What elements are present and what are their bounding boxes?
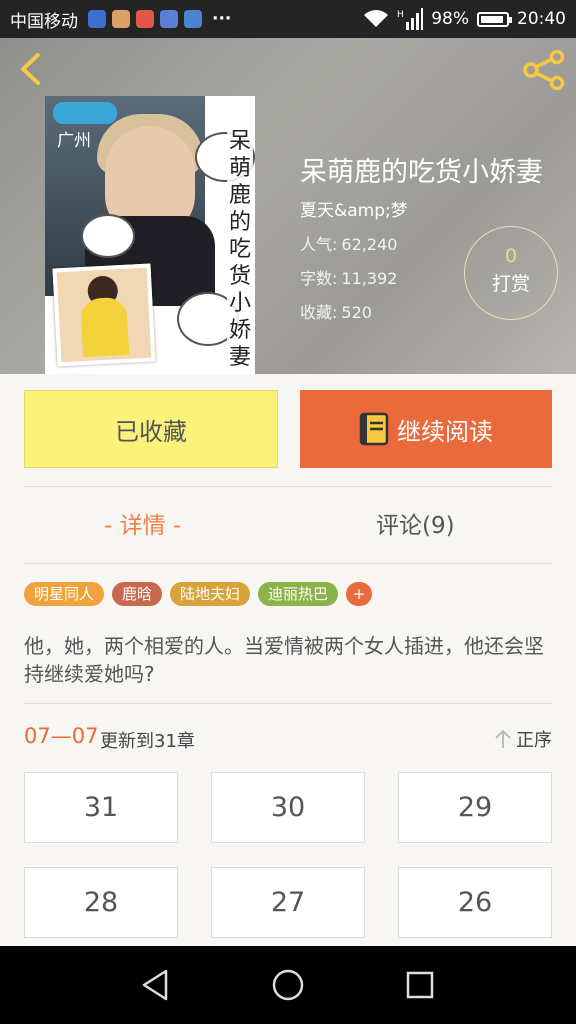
clock-app-icon xyxy=(184,10,202,28)
chapter-button[interactable]: 29 xyxy=(398,772,552,843)
tag-list: 明星同人 鹿晗 陆地夫妇 迪丽热巴 + xyxy=(24,582,373,606)
stat-favorites: 收藏: 520 xyxy=(300,303,372,322)
cover-vertical-title: 呆萌鹿的吃货小娇妻 xyxy=(227,128,253,371)
back-arrow-icon[interactable] xyxy=(16,52,46,86)
chapter-button[interactable]: 26 xyxy=(398,867,552,938)
reward-label: 打赏 xyxy=(491,273,530,295)
tab-comments[interactable]: 评论(9) xyxy=(376,506,455,546)
message-app-icon xyxy=(136,10,154,28)
chapter-button[interactable]: 30 xyxy=(211,772,365,843)
system-nav-bar xyxy=(0,946,576,1024)
stat-popularity: 人气: 62,240 xyxy=(300,235,398,254)
book-cover: 广州 呆萌鹿的吃货小娇妻 xyxy=(45,96,255,374)
nav-back-icon[interactable] xyxy=(136,965,176,1005)
status-bar: 中国移动 ··· H 98% 20:40 xyxy=(0,0,576,38)
photo-app-icon xyxy=(160,10,178,28)
tag[interactable]: 陆地夫妇 xyxy=(170,582,251,606)
chapter-button[interactable]: 27 xyxy=(211,867,365,938)
divider xyxy=(24,486,552,487)
notification-icons xyxy=(88,10,202,28)
reward-button[interactable]: 0 打赏 xyxy=(464,226,558,320)
divider xyxy=(24,563,552,564)
cover-show-logo xyxy=(53,102,117,124)
nav-recents-icon[interactable] xyxy=(400,965,440,1005)
book-header: 广州 呆萌鹿的吃货小娇妻 呆萌鹿的吃货小娇妻 夏天&amp;梦 人气: 62,24… xyxy=(0,38,576,374)
cover-bunny-illustration xyxy=(81,214,135,258)
chapter-grid: 31 30 29 28 27 26 xyxy=(24,772,552,938)
share-icon[interactable] xyxy=(522,50,566,90)
tab-detail[interactable]: - 详情 - xyxy=(104,506,181,546)
cover-inset-photo xyxy=(52,263,156,367)
battery-percent: 98% xyxy=(431,9,469,29)
wifi-icon xyxy=(364,10,389,27)
sort-arrow-up-icon xyxy=(495,729,511,748)
tag[interactable]: 迪丽热巴 xyxy=(258,582,339,606)
app-notification-icon xyxy=(112,10,130,28)
clock-time: 20:40 xyxy=(517,9,566,29)
mail-app-icon xyxy=(88,10,106,28)
carrier-name: 中国移动 xyxy=(10,11,78,32)
more-tags-button[interactable]: + xyxy=(346,582,373,606)
svg-text:H: H xyxy=(397,10,404,20)
book-author: 夏天&amp;梦 xyxy=(300,201,408,221)
chapter-button[interactable]: 31 xyxy=(24,772,178,843)
more-notifications-icon: ··· xyxy=(212,9,232,29)
chapter-button[interactable]: 28 xyxy=(24,867,178,938)
tag[interactable]: 鹿晗 xyxy=(112,582,163,606)
continue-reading-button[interactable]: 继续阅读 xyxy=(300,390,552,468)
tag[interactable]: 明星同人 xyxy=(24,582,105,606)
stat-word-count: 字数: 11,392 xyxy=(300,269,398,288)
collect-button[interactable]: 已收藏 xyxy=(24,390,278,468)
nav-home-icon[interactable] xyxy=(268,965,308,1005)
battery-icon xyxy=(477,11,512,27)
signal-icon: H xyxy=(397,8,424,30)
sort-order-button[interactable]: 正序 xyxy=(494,726,552,752)
divider xyxy=(24,703,552,704)
reward-count: 0 xyxy=(504,245,518,267)
update-status: 更新到31章 xyxy=(100,731,195,752)
book-synopsis: 他，她，两个相爱的人。当爱情被两个女人插进，他还会坚持继续爱她吗? xyxy=(24,634,544,686)
cover-city-label: 广州 xyxy=(57,131,91,151)
book-icon xyxy=(359,412,389,446)
book-title: 呆萌鹿的吃货小娇妻 xyxy=(300,157,543,188)
update-date: 07—07 xyxy=(24,724,99,748)
